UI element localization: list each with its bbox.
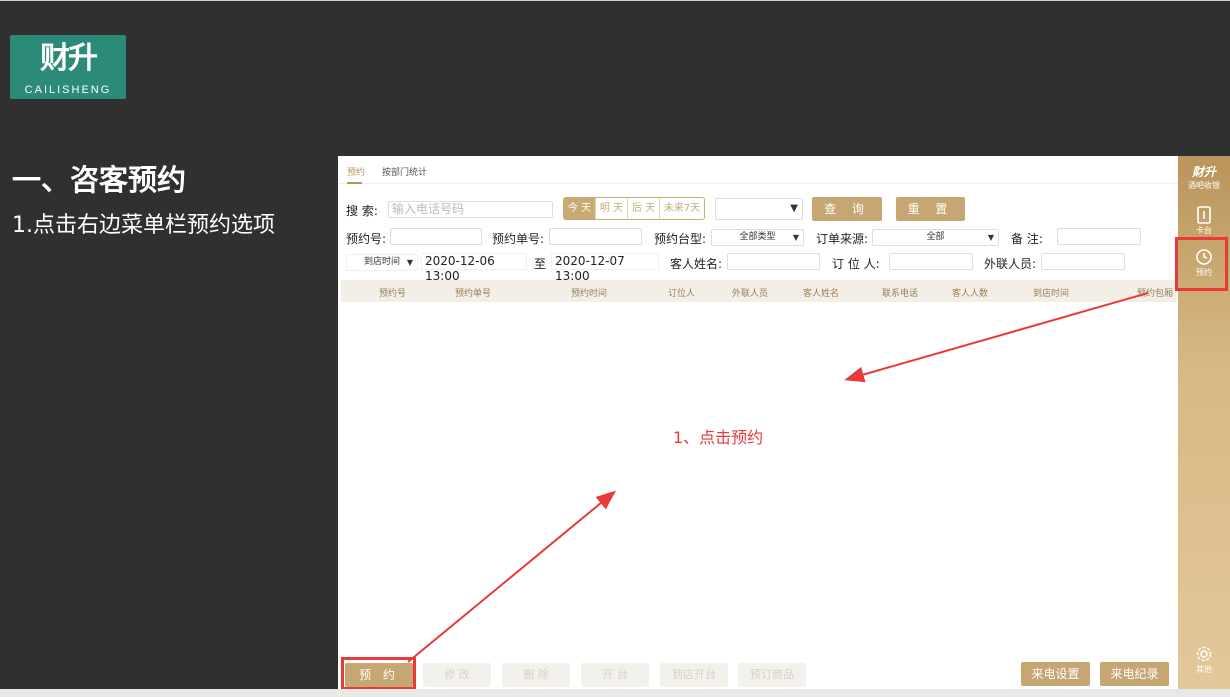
sidebar-brand: 财升 xyxy=(1191,165,1216,179)
table-type-label: 预约台型: xyxy=(654,232,707,246)
annotation-highlight-reserve-button xyxy=(341,657,416,690)
guest-name-label: 客人姓名: xyxy=(670,257,723,271)
query-button[interactable]: 查 询 xyxy=(812,197,882,221)
sidebar-item-label: 卡台 xyxy=(1196,226,1212,235)
order-source-value: 全部 xyxy=(926,232,945,242)
chevron-down-icon: ▼ xyxy=(987,233,994,242)
slide-bottom-edge xyxy=(0,689,1230,697)
remark-input[interactable] xyxy=(1057,228,1141,245)
end-time-value: 2020-12-07 13:00 xyxy=(555,254,625,283)
day-next-7[interactable]: 未来7天 xyxy=(660,198,704,219)
booker-label: 订 位 人: xyxy=(832,257,880,271)
reservation-order-label: 预约单号: xyxy=(492,232,545,246)
logo-mark: 财升 xyxy=(40,41,98,76)
slide-top-border xyxy=(0,0,1230,1)
column-header: 预约包厢 xyxy=(1137,289,1174,299)
gear-icon xyxy=(1196,646,1212,662)
preorder-goods-button[interactable]: 预订商品 xyxy=(738,663,806,687)
sidebar-item-label: 其他 xyxy=(1196,665,1212,674)
slide-title: 一、咨客预约 xyxy=(12,163,187,197)
sidebar-brand-sub: 酒吧收银 xyxy=(1188,181,1220,190)
reset-button[interactable]: 重 置 xyxy=(896,197,965,221)
table-type-value: 全部类型 xyxy=(739,232,776,242)
column-header: 到店时间 xyxy=(1033,289,1070,299)
day-today[interactable]: 今 天 xyxy=(564,198,596,219)
call-settings-button[interactable]: 来电设置 xyxy=(1021,662,1090,686)
column-header: 预约号 xyxy=(379,289,407,299)
seat-button[interactable]: 开 台 xyxy=(581,663,649,687)
reservation-no-label: 预约号: xyxy=(346,232,387,246)
order-source-label: 订单来源: xyxy=(816,232,869,246)
extra-dropdown[interactable]: ▼ xyxy=(715,198,803,220)
day-selector: 今 天 明 天 后 天 未来7天 xyxy=(563,197,705,220)
liaison-input[interactable] xyxy=(1041,253,1125,270)
annotation-text: 1、点击预约 xyxy=(673,428,764,447)
column-header: 客人人数 xyxy=(952,289,989,299)
guest-name-input[interactable] xyxy=(727,253,820,270)
day-after-tomorrow[interactable]: 后 天 xyxy=(628,198,660,219)
booker-input[interactable] xyxy=(889,253,973,270)
order-source-select[interactable]: 全部 ▼ xyxy=(872,229,999,246)
to-label: 至 xyxy=(534,257,547,271)
column-header: 联系电话 xyxy=(882,289,919,299)
chevron-down-icon: ▼ xyxy=(792,233,799,242)
logo-text: CAILISHENG xyxy=(24,84,112,96)
phone-search-placeholder: 输入电话号码 xyxy=(392,202,465,216)
reservation-no-input[interactable] xyxy=(390,228,482,245)
day-tomorrow[interactable]: 明 天 xyxy=(596,198,628,219)
column-header: 预约单号 xyxy=(455,289,492,299)
slide-subtitle: 1.点击右边菜单栏预约选项 xyxy=(12,213,275,238)
annotation-highlight-reservation-menu xyxy=(1175,237,1228,291)
card-icon xyxy=(1197,206,1211,224)
chevron-down-icon: ▼ xyxy=(790,203,798,214)
arrive-seat-button[interactable]: 到店开台 xyxy=(660,663,728,687)
call-log-button[interactable]: 来电纪录 xyxy=(1100,662,1169,686)
sidebar-item-other[interactable]: 其他 xyxy=(1178,645,1230,675)
modify-button[interactable]: 修 改 xyxy=(423,663,491,687)
column-header: 预约时间 xyxy=(571,289,608,299)
liaison-label: 外联人员: xyxy=(984,257,1037,271)
company-logo: 财升 CAILISHENG xyxy=(10,35,126,99)
column-header: 客人姓名 xyxy=(803,289,840,299)
start-time-value: 2020-12-06 13:00 xyxy=(425,254,495,283)
end-time-input[interactable]: 2020-12-07 13:00 xyxy=(551,253,659,283)
time-type-select[interactable]: 到店时间 ▼ xyxy=(346,254,418,271)
reservation-order-input[interactable] xyxy=(549,228,642,245)
phone-search-input[interactable]: 输入电话号码 xyxy=(388,201,553,218)
remark-label: 备 注: xyxy=(1011,232,1043,246)
chevron-down-icon: ▼ xyxy=(406,258,413,267)
table-type-select[interactable]: 全部类型 ▼ xyxy=(711,229,804,246)
delete-button[interactable]: 删 除 xyxy=(502,663,570,687)
sidebar-item-card-table[interactable]: 卡台 xyxy=(1178,206,1230,236)
tab-department-stats[interactable]: 按部门统计 xyxy=(382,165,427,178)
time-type-value: 到店时间 xyxy=(363,257,400,267)
tab-bar: 预约 按部门统计 xyxy=(338,156,1178,184)
search-label: 搜 索: xyxy=(346,204,378,218)
tab-active-underline xyxy=(347,182,362,184)
reservation-table-header: 预约号 预约单号 预约时间 订位人 外联人员 客人姓名 联系电话 客人人数 到店… xyxy=(341,280,1177,302)
column-header: 外联人员 xyxy=(732,289,769,299)
tab-reservation[interactable]: 预约 xyxy=(347,165,365,178)
start-time-input[interactable]: 2020-12-06 13:00 xyxy=(421,253,527,283)
column-header: 订位人 xyxy=(668,289,696,299)
